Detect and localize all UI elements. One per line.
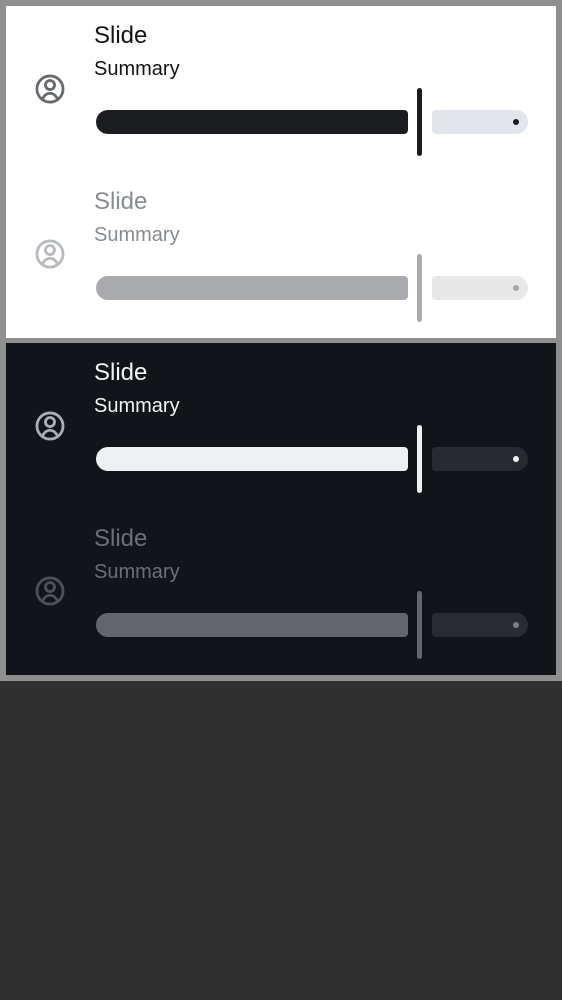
- account-circle-icon: [33, 574, 67, 608]
- active-track: [96, 276, 408, 300]
- slider-summary: Summary: [94, 395, 180, 417]
- slider-thumb: [417, 591, 422, 659]
- slider-preference-light-disabled: Slide Summary: [6, 172, 556, 338]
- light-theme-panel: Slide Summary Slide Summary: [6, 6, 556, 338]
- account-circle-icon: [33, 72, 67, 106]
- slider-control[interactable]: [96, 425, 528, 493]
- track-stop-indicator: [513, 622, 519, 628]
- account-circle-icon: [33, 237, 67, 271]
- inactive-track: [432, 276, 528, 300]
- preview-frame: Slide Summary Slide Summary Slide Summar…: [0, 0, 562, 681]
- inactive-track: [432, 447, 528, 471]
- active-track: [96, 110, 408, 134]
- slider-thumb[interactable]: [417, 425, 422, 493]
- slider-summary: Summary: [94, 58, 180, 80]
- account-circle-icon: [33, 409, 67, 443]
- slider-control: [96, 591, 528, 659]
- slider-title: Slide: [94, 22, 148, 49]
- track-stop-indicator: [513, 119, 519, 125]
- slider-thumb[interactable]: [417, 88, 422, 156]
- dark-theme-panel: Slide Summary Slide Summary: [6, 343, 556, 675]
- track-stop-indicator: [513, 456, 519, 462]
- active-track: [96, 447, 408, 471]
- inactive-track: [432, 613, 528, 637]
- inactive-track: [432, 110, 528, 134]
- track-stop-indicator: [513, 285, 519, 291]
- slider-preference-dark-enabled: Slide Summary: [6, 343, 556, 509]
- slider-summary: Summary: [94, 224, 180, 246]
- slider-control: [96, 254, 528, 322]
- slider-title: Slide: [94, 188, 148, 215]
- slider-title: Slide: [94, 525, 148, 552]
- slider-title: Slide: [94, 359, 148, 386]
- active-track: [96, 613, 408, 637]
- slider-preference-light-enabled: Slide Summary: [6, 6, 556, 172]
- slider-thumb: [417, 254, 422, 322]
- slider-summary: Summary: [94, 561, 180, 583]
- slider-control[interactable]: [96, 88, 528, 156]
- slider-preference-dark-disabled: Slide Summary: [6, 509, 556, 675]
